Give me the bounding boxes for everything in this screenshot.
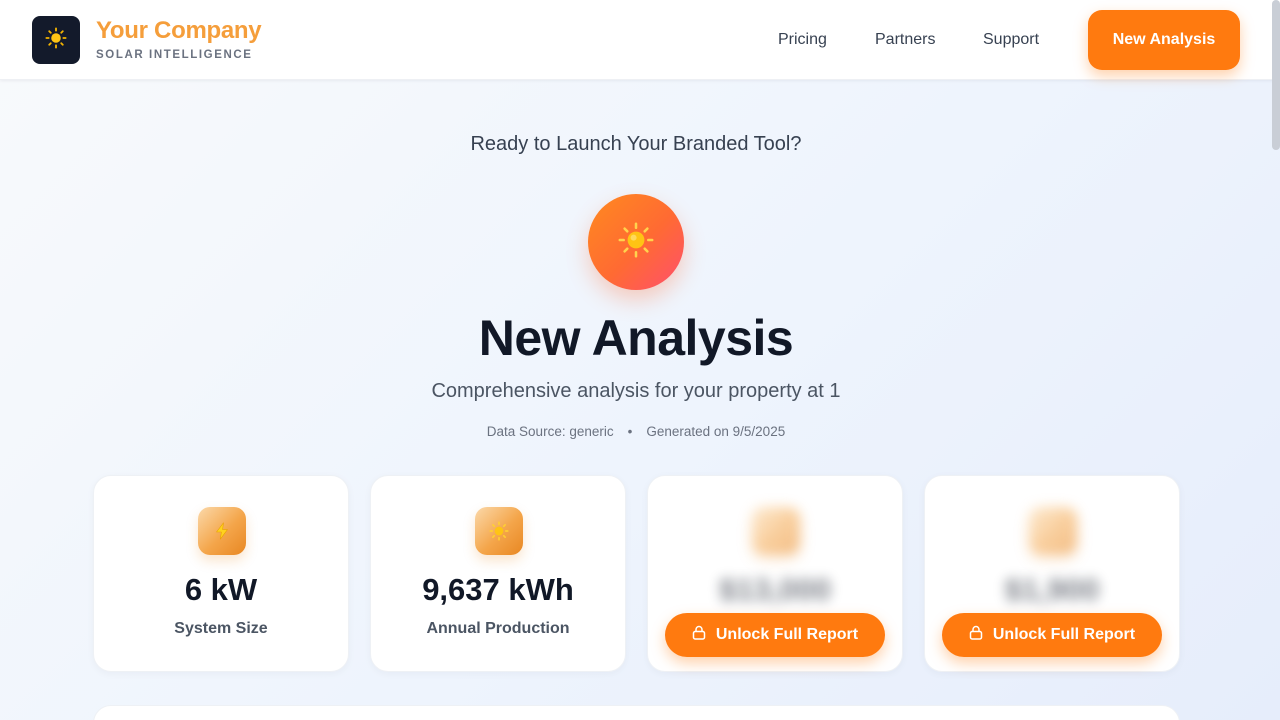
stat-label: System Size [174, 620, 268, 637]
stat-value: 9,637 kWh [422, 572, 574, 607]
unlock-label: Unlock Full Report [715, 626, 859, 643]
sun-icon [475, 507, 523, 555]
stat-value-blurred: $13,000 [718, 572, 832, 607]
report-meta: Data Source: generic • Generated on 9/5/20… [0, 424, 1272, 439]
lightning-icon [198, 507, 246, 555]
sun-icon [752, 507, 800, 555]
page-subtitle: Comprehensive analysis for your property… [431, 380, 841, 402]
top-navbar: Your Company SOLAR INTELLIGENCE Pricing … [0, 0, 1280, 80]
nav-link-pricing[interactable]: Pricing [778, 31, 827, 49]
brand-tagline: SOLAR INTELLIGENCE [96, 49, 253, 61]
unlock-label: Unlock Full Report [992, 626, 1136, 643]
logo[interactable] [32, 16, 80, 64]
meta-separator: • [627, 424, 633, 439]
unlock-full-report-button[interactable]: Unlock Full Report [942, 613, 1162, 657]
lock-icon [692, 625, 706, 645]
stat-card-locked: $13,000 Unlock Full Report [647, 475, 903, 672]
lock-icon [969, 625, 983, 645]
sun-icon [1029, 507, 1077, 555]
scrollbar-thumb[interactable] [1272, 0, 1280, 150]
stat-card-locked: $1,900 Unlock Full Report [924, 475, 1180, 672]
details-panel [93, 705, 1180, 720]
nav-link-support[interactable]: Support [983, 31, 1039, 49]
page-title: New Analysis [478, 310, 794, 366]
new-analysis-button[interactable]: New Analysis [1088, 10, 1240, 70]
sun-icon [45, 26, 67, 54]
sun-icon [618, 222, 654, 263]
stat-card-annual-production: 9,637 kWh Annual Production [370, 475, 626, 672]
hero-badge [588, 194, 684, 290]
stat-card-system-size: 6 kW System Size [93, 475, 349, 672]
nav-link-partners[interactable]: Partners [875, 31, 935, 49]
brand-name[interactable]: Your Company [96, 17, 262, 45]
stat-value: 6 kW [184, 572, 258, 607]
launch-prompt: Ready to Launch Your Branded Tool? [470, 133, 802, 155]
data-source: Data Source: generic [486, 424, 614, 439]
generated-date: Generated on 9/5/2025 [646, 424, 786, 439]
unlock-full-report-button[interactable]: Unlock Full Report [665, 613, 885, 657]
stat-label: Annual Production [426, 620, 570, 637]
page-scrollbar[interactable] [1272, 0, 1280, 150]
stat-value-blurred: $1,900 [1004, 572, 1100, 607]
